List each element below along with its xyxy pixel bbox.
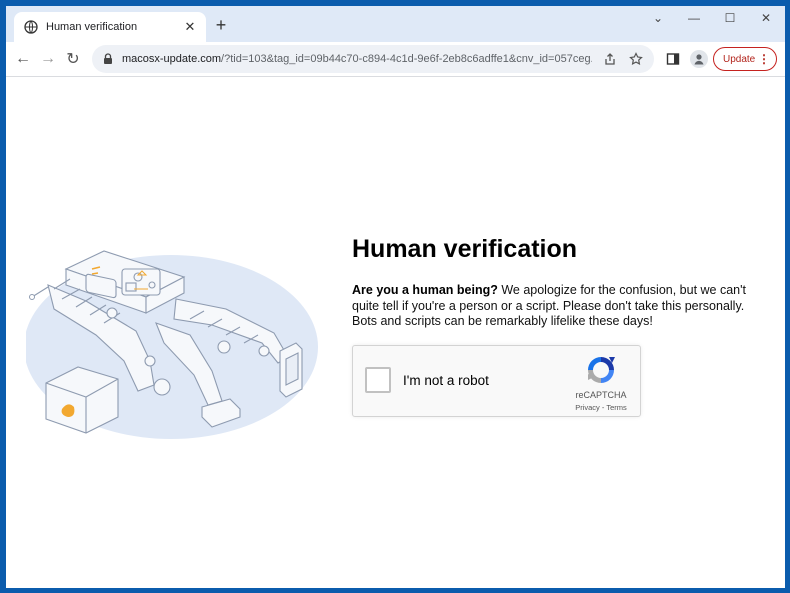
minimize-icon[interactable]: — — [676, 6, 712, 30]
url-host: macosx-update.com — [122, 53, 222, 65]
update-button[interactable]: Update ⋮ — [713, 47, 777, 71]
not-robot-label[interactable]: I'm not a robot — [403, 373, 489, 388]
menu-dots-icon[interactable]: ⋮ — [758, 53, 770, 65]
profile-avatar-icon[interactable] — [690, 50, 708, 68]
tab-strip: Human verification ✕ + ⌄ — ☐ ✕ — [6, 6, 785, 42]
recaptcha-logo-icon — [588, 357, 615, 383]
globe-icon — [24, 20, 38, 34]
recaptcha-privacy-terms[interactable]: Privacy - Terms — [561, 403, 641, 412]
not-robot-checkbox[interactable] — [365, 367, 391, 393]
address-bar[interactable]: macosx-update.com/?tid=103&tag_id=09b44c… — [92, 45, 654, 73]
reload-icon[interactable]: ↻ — [62, 48, 84, 70]
intro-paragraph: Are you a human being? We apologize for … — [352, 283, 762, 330]
url-text[interactable]: macosx-update.com/?tid=103&tag_id=09b44c… — [122, 53, 592, 65]
back-icon[interactable]: ← — [12, 48, 34, 70]
intro-question: Are you a human being? — [352, 283, 498, 297]
browser-toolbar: ← → ↻ macosx-update.com/?tid=103&tag_id=… — [6, 42, 785, 77]
share-icon[interactable] — [602, 51, 618, 67]
tab-close-icon[interactable]: ✕ — [182, 19, 198, 35]
lock-icon[interactable] — [102, 53, 114, 65]
new-tab-button[interactable]: + — [211, 15, 231, 35]
robot-illustration — [26, 250, 318, 439]
bookmark-star-icon[interactable] — [628, 51, 644, 67]
page-heading: Human verification — [352, 235, 578, 263]
update-label: Update — [723, 53, 756, 65]
tab-search-icon[interactable]: ⌄ — [640, 6, 676, 30]
page-content: Human verification Are you a human being… — [6, 77, 785, 588]
side-panel-icon[interactable] — [664, 50, 682, 68]
tab-human-verification[interactable]: Human verification ✕ — [14, 12, 206, 42]
url-path: /?tid=103&tag_id=09b44c70-c894-4c1d-9e6f… — [221, 53, 592, 65]
tab-title: Human verification — [46, 21, 138, 33]
recaptcha-widget: I'm not a robot reCAPTCHA Privacy - Term… — [352, 345, 641, 417]
maximize-icon[interactable]: ☐ — [712, 6, 748, 30]
recaptcha-brand: reCAPTCHA — [575, 390, 627, 400]
browser-window: Human verification ✕ + ⌄ — ☐ ✕ ← → ↻ mac… — [6, 6, 785, 588]
window-close-icon[interactable]: ✕ — [748, 6, 784, 30]
forward-icon[interactable]: → — [37, 48, 59, 70]
